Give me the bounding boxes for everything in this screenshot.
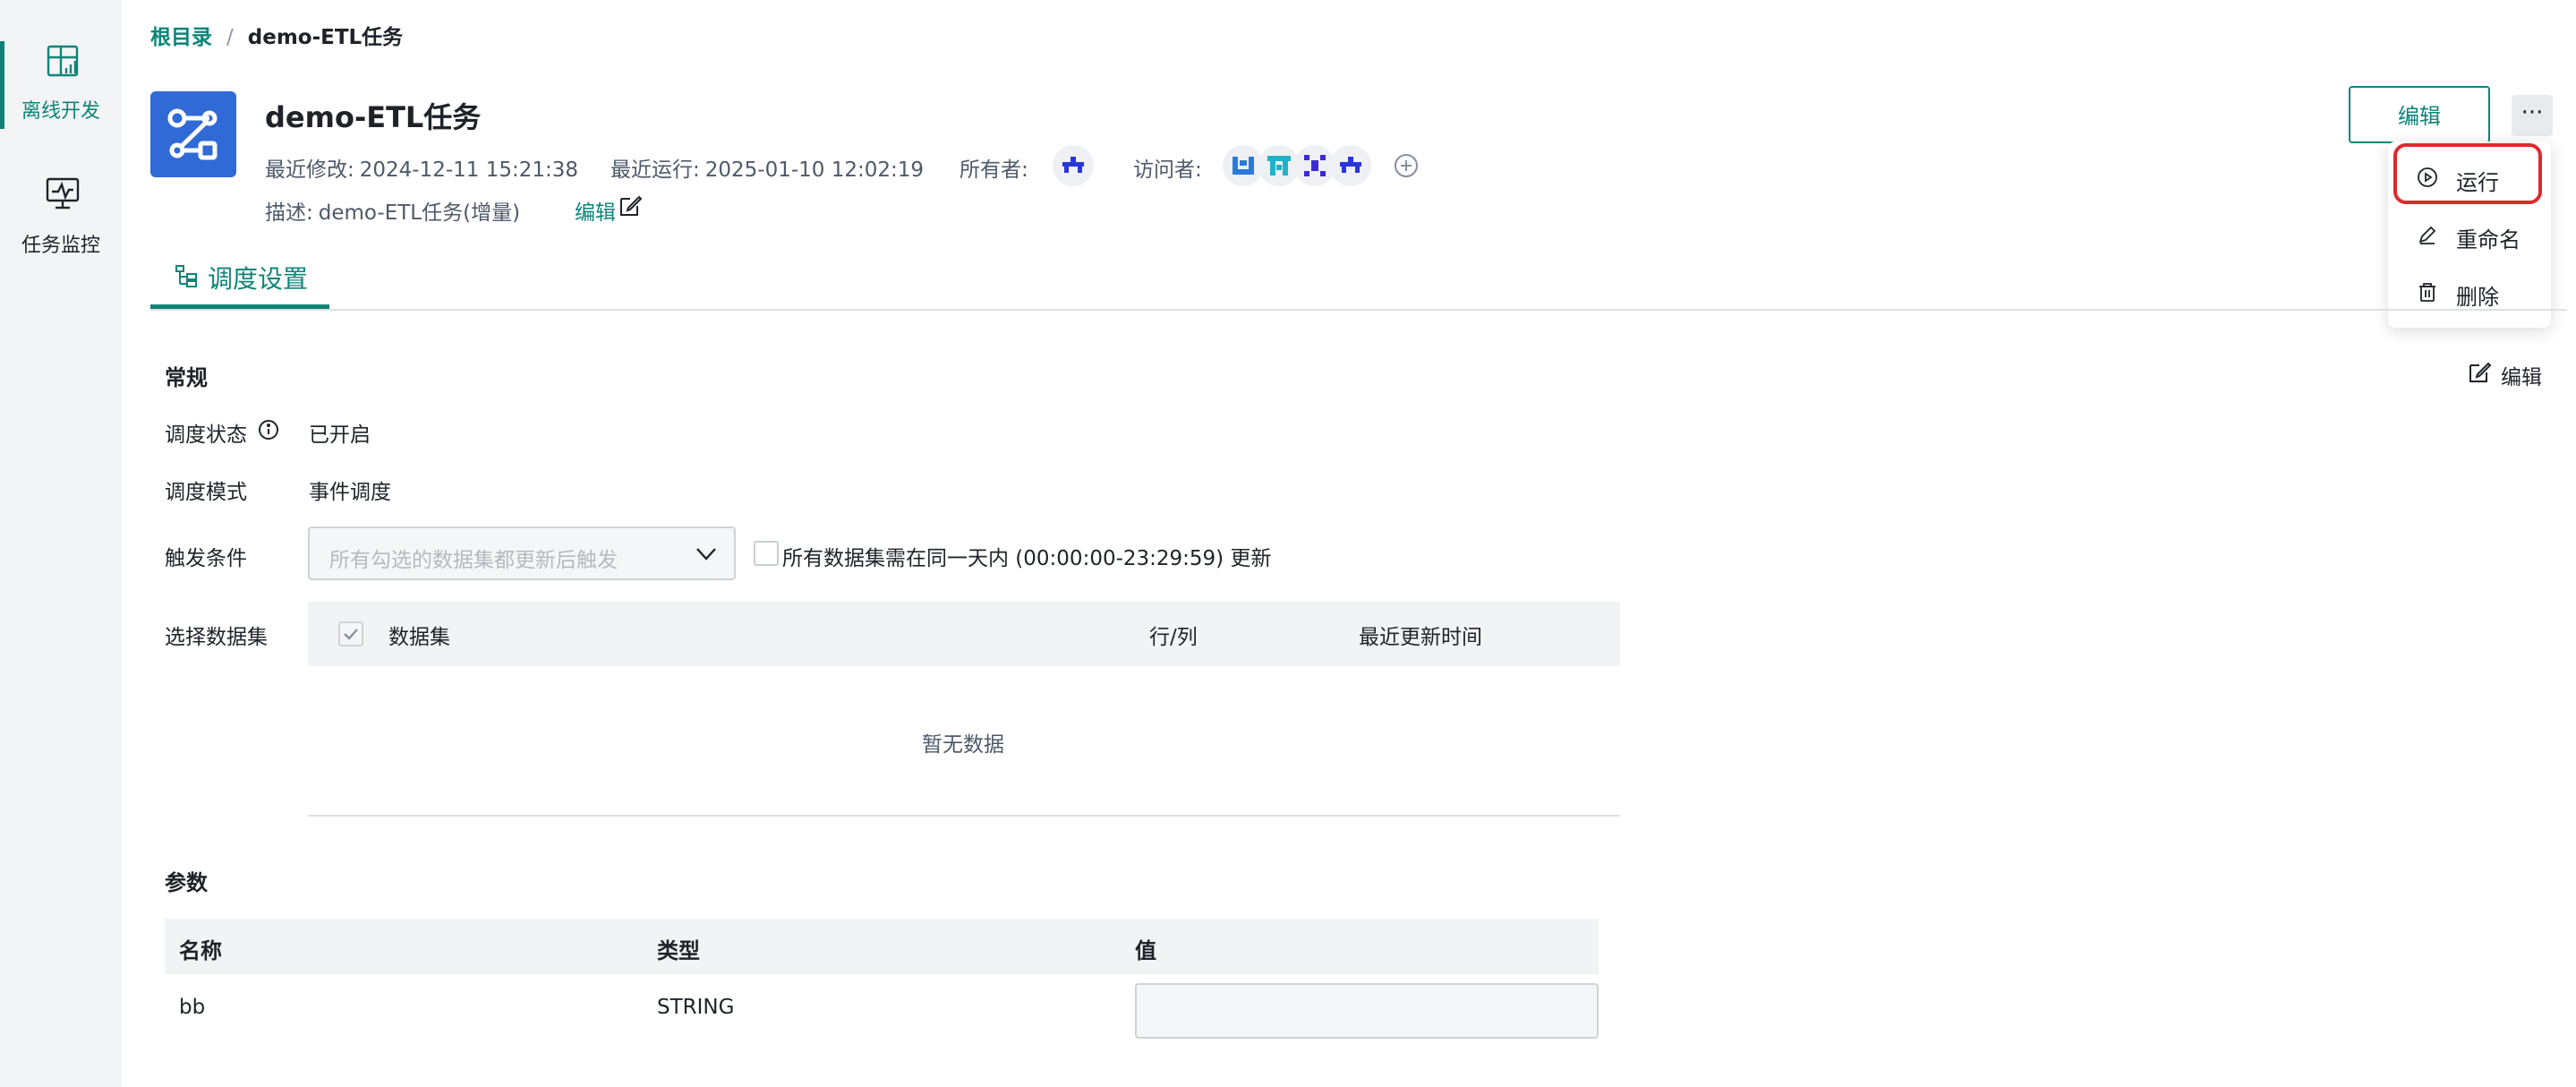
breadcrumb-current: demo-ETL任务 xyxy=(247,26,404,49)
more-button[interactable]: ··· xyxy=(2512,95,2553,136)
params-table-header: 名称 类型 值 xyxy=(165,919,1599,974)
trigger-label: 触发条件 xyxy=(165,547,247,570)
tab-active-underline xyxy=(150,304,329,309)
tab-label: 调度设置 xyxy=(208,264,309,294)
chevron-down-icon xyxy=(696,548,716,561)
section-title-general: 常规 xyxy=(165,365,208,390)
last-run: 最近运行: 2025-01-10 12:02:19 xyxy=(610,152,924,183)
sidebar-item-offline-dev[interactable]: 离线开发 xyxy=(0,36,122,143)
monitor-icon xyxy=(46,177,80,210)
edit-button[interactable]: 编辑 xyxy=(2349,86,2490,143)
same-day-checkbox[interactable] xyxy=(754,541,779,566)
avatar-pattern-icon xyxy=(1062,157,1084,173)
task-icon xyxy=(150,91,236,177)
avatar-pattern-icon xyxy=(1340,157,1361,173)
edit-icon xyxy=(2469,362,2492,382)
column-header: 名称 xyxy=(179,938,222,963)
menu-item-label: 重命名 xyxy=(2456,227,2521,252)
column-header: 最近更新时间 xyxy=(1359,626,1482,649)
description-edit-label: 编辑 xyxy=(575,201,616,225)
dataset-table-bottom-border xyxy=(308,815,1620,817)
general-edit-label: 编辑 xyxy=(2501,366,2542,389)
trigger-select[interactable]: 所有勾选的数据集都更新后触发 xyxy=(308,526,736,580)
column-header: 数据集 xyxy=(388,626,450,649)
breadcrumb: 根目录 / demo-ETL任务 xyxy=(150,20,403,50)
schedule-mode-value: 事件调度 xyxy=(309,481,391,504)
edit-icon[interactable] xyxy=(618,193,643,218)
sidebar xyxy=(0,0,122,1087)
column-header: 值 xyxy=(1135,938,1156,963)
check-icon xyxy=(344,629,358,640)
last-modified-label: 最近修改: xyxy=(265,158,354,182)
avatar-pattern-icon xyxy=(1267,156,1291,175)
param-name: bb xyxy=(179,996,206,1019)
tab-divider xyxy=(150,309,2567,311)
sidebar-item-label: 任务监控 xyxy=(21,235,100,257)
same-day-label: 所有数据集需在同一天内 (00:00:00-23:29:59) 更新 xyxy=(782,547,1272,570)
pencil-icon xyxy=(2418,226,2436,244)
highlight-box xyxy=(2393,143,2542,204)
description-text: demo-ETL任务(增量) xyxy=(318,201,521,225)
param-type: STRING xyxy=(657,996,735,1019)
owner-avatar[interactable] xyxy=(1053,145,1094,186)
last-modified-value: 2024-12-11 15:21:38 xyxy=(359,158,579,182)
menu-item-label: 删除 xyxy=(2456,285,2499,310)
avatar-pattern-icon xyxy=(1233,157,1254,175)
select-all-checkbox[interactable] xyxy=(338,621,363,646)
param-value-input[interactable] xyxy=(1135,983,1599,1039)
column-header: 行/列 xyxy=(1149,626,1198,649)
breadcrumb-separator: / xyxy=(226,26,234,49)
owner-label: 所有者: xyxy=(960,158,1028,182)
avatar-pattern-icon xyxy=(1304,155,1326,176)
section-title-params: 参数 xyxy=(165,870,208,895)
sidebar-item-task-monitor[interactable]: 任务监控 xyxy=(0,170,122,278)
tab-schedule-settings[interactable]: 调度设置 xyxy=(150,260,329,310)
trash-icon xyxy=(2419,283,2435,302)
info-icon[interactable] xyxy=(258,419,279,441)
dataset-label: 选择数据集 xyxy=(165,626,268,649)
offline-dev-icon xyxy=(47,45,79,77)
breadcrumb-root-link[interactable]: 根目录 xyxy=(150,26,212,49)
schedule-status-label: 调度状态 xyxy=(165,424,247,447)
empty-state-text: 暂无数据 xyxy=(922,733,1004,757)
schedule-status-value: 已开启 xyxy=(309,424,371,447)
page-title: demo-ETL任务 xyxy=(265,100,482,134)
description-edit-link[interactable]: 编辑 xyxy=(575,195,616,226)
add-visitor-icon[interactable] xyxy=(1393,152,1420,179)
description-label: 描述: xyxy=(265,201,313,225)
menu-item-rename[interactable]: 重命名 xyxy=(2388,210,2551,260)
workflow-icon xyxy=(167,108,218,160)
last-run-label: 最近运行: xyxy=(610,158,700,182)
general-edit-button[interactable]: 编辑 xyxy=(2467,358,2556,389)
description: 描述: demo-ETL任务(增量) xyxy=(265,195,520,226)
trigger-select-placeholder: 所有勾选的数据集都更新后触发 xyxy=(329,549,618,572)
schedule-tree-icon xyxy=(175,265,197,287)
last-modified: 最近修改: 2024-12-11 15:21:38 xyxy=(265,152,578,183)
dataset-table-header: 数据集 行/列 最近更新时间 xyxy=(308,602,1620,666)
column-header: 类型 xyxy=(657,938,700,963)
sidebar-item-label: 离线开发 xyxy=(21,100,100,123)
visitor-avatar[interactable] xyxy=(1330,145,1371,186)
last-run-value: 2025-01-10 12:02:19 xyxy=(704,158,925,182)
visitor-label: 访问者: xyxy=(1133,158,1202,182)
schedule-mode-label: 调度模式 xyxy=(165,481,247,504)
